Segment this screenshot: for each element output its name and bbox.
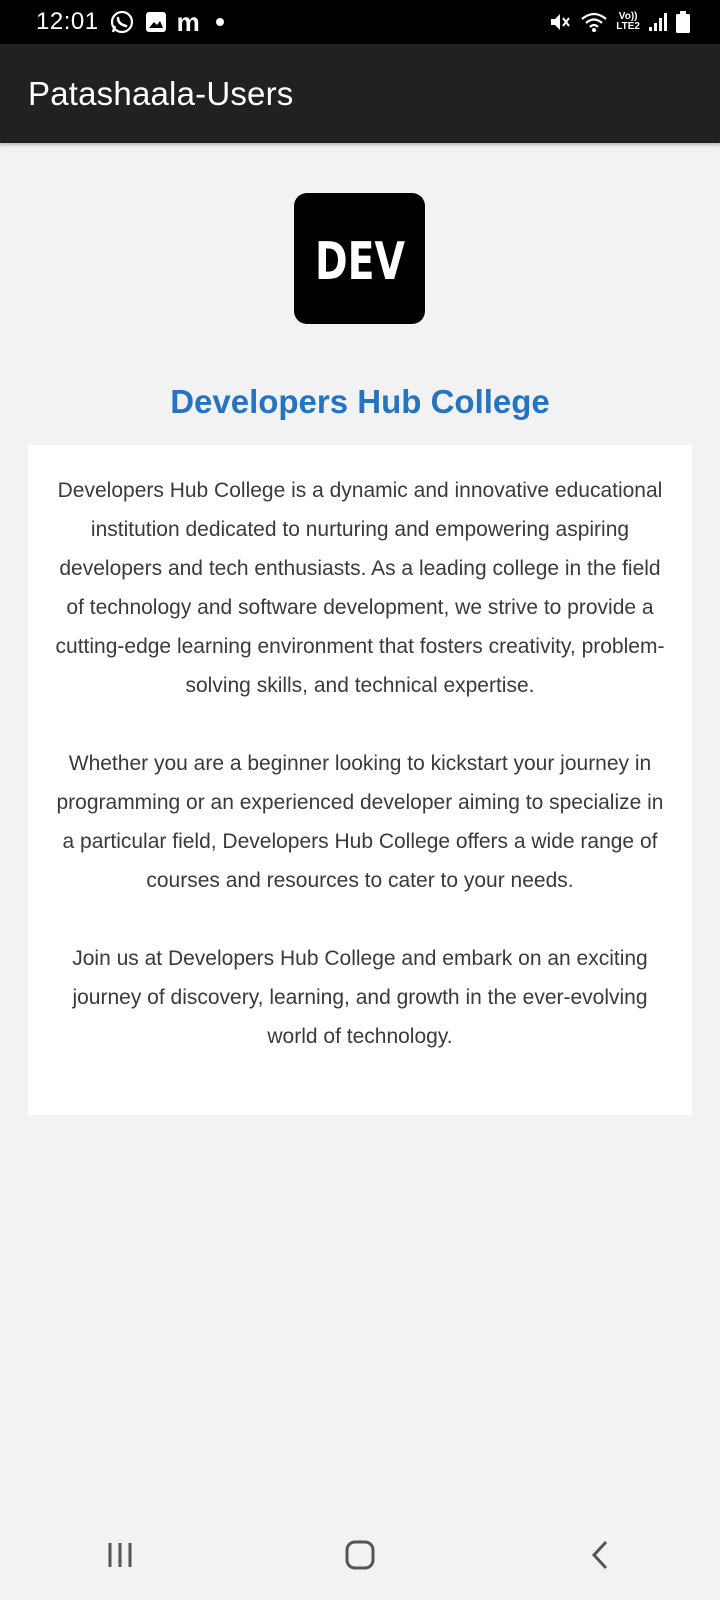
battery-icon (676, 11, 690, 33)
description-paragraph: Developers Hub College is a dynamic and … (55, 479, 665, 697)
college-logo: DEV (294, 193, 425, 324)
navigation-bar (0, 1510, 720, 1600)
status-bar: 12:01 m Vo)) LTE2 (0, 0, 720, 44)
back-icon (591, 1540, 608, 1570)
whatsapp-icon (109, 9, 135, 35)
dev-logo-icon: DEV (315, 232, 405, 287)
gallery-icon (145, 11, 167, 33)
description-card: Developers Hub College is a dynamic and … (28, 445, 692, 1115)
svg-text:DEV: DEV (315, 232, 405, 287)
wifi-icon (580, 11, 608, 33)
m-icon: m (176, 7, 200, 37)
description-paragraph: Whether you are a beginner looking to ki… (56, 752, 664, 892)
college-name: Developers Hub College (170, 383, 550, 420)
status-time: 12:01 (36, 8, 99, 35)
recent-apps-button[interactable] (90, 1530, 150, 1580)
description-paragraph: Join us at Developers Hub College and em… (72, 947, 648, 1048)
app-title: Patashaala-Users (28, 74, 294, 112)
mute-icon (548, 10, 572, 34)
home-icon (345, 1540, 375, 1570)
app-bar: Patashaala-Users (0, 44, 720, 143)
home-button[interactable] (330, 1530, 390, 1580)
volte-icon: Vo)) LTE2 (616, 11, 640, 32)
dot-icon (215, 18, 224, 26)
back-button[interactable] (570, 1530, 630, 1580)
recent-apps-icon (108, 1543, 132, 1567)
signal-icon (648, 12, 668, 32)
